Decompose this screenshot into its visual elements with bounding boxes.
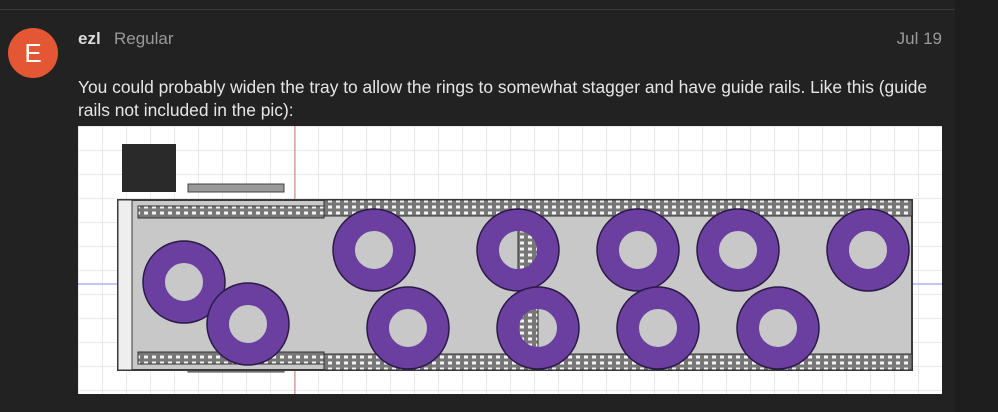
motor-shape xyxy=(122,144,176,192)
username-link[interactable]: ezl xyxy=(78,28,101,50)
post-divider xyxy=(0,9,955,10)
post-text: You could probably widen the tray to all… xyxy=(78,77,928,120)
cad-screenshot-image[interactable] xyxy=(78,126,942,394)
cad-drawing xyxy=(78,126,942,394)
post-header: ezl Regular Jul 19 xyxy=(78,28,942,52)
page-margin xyxy=(955,0,998,412)
post-date-link[interactable]: Jul 19 xyxy=(897,28,942,50)
avatar[interactable]: E xyxy=(8,28,58,78)
user-title: Regular xyxy=(114,29,174,48)
